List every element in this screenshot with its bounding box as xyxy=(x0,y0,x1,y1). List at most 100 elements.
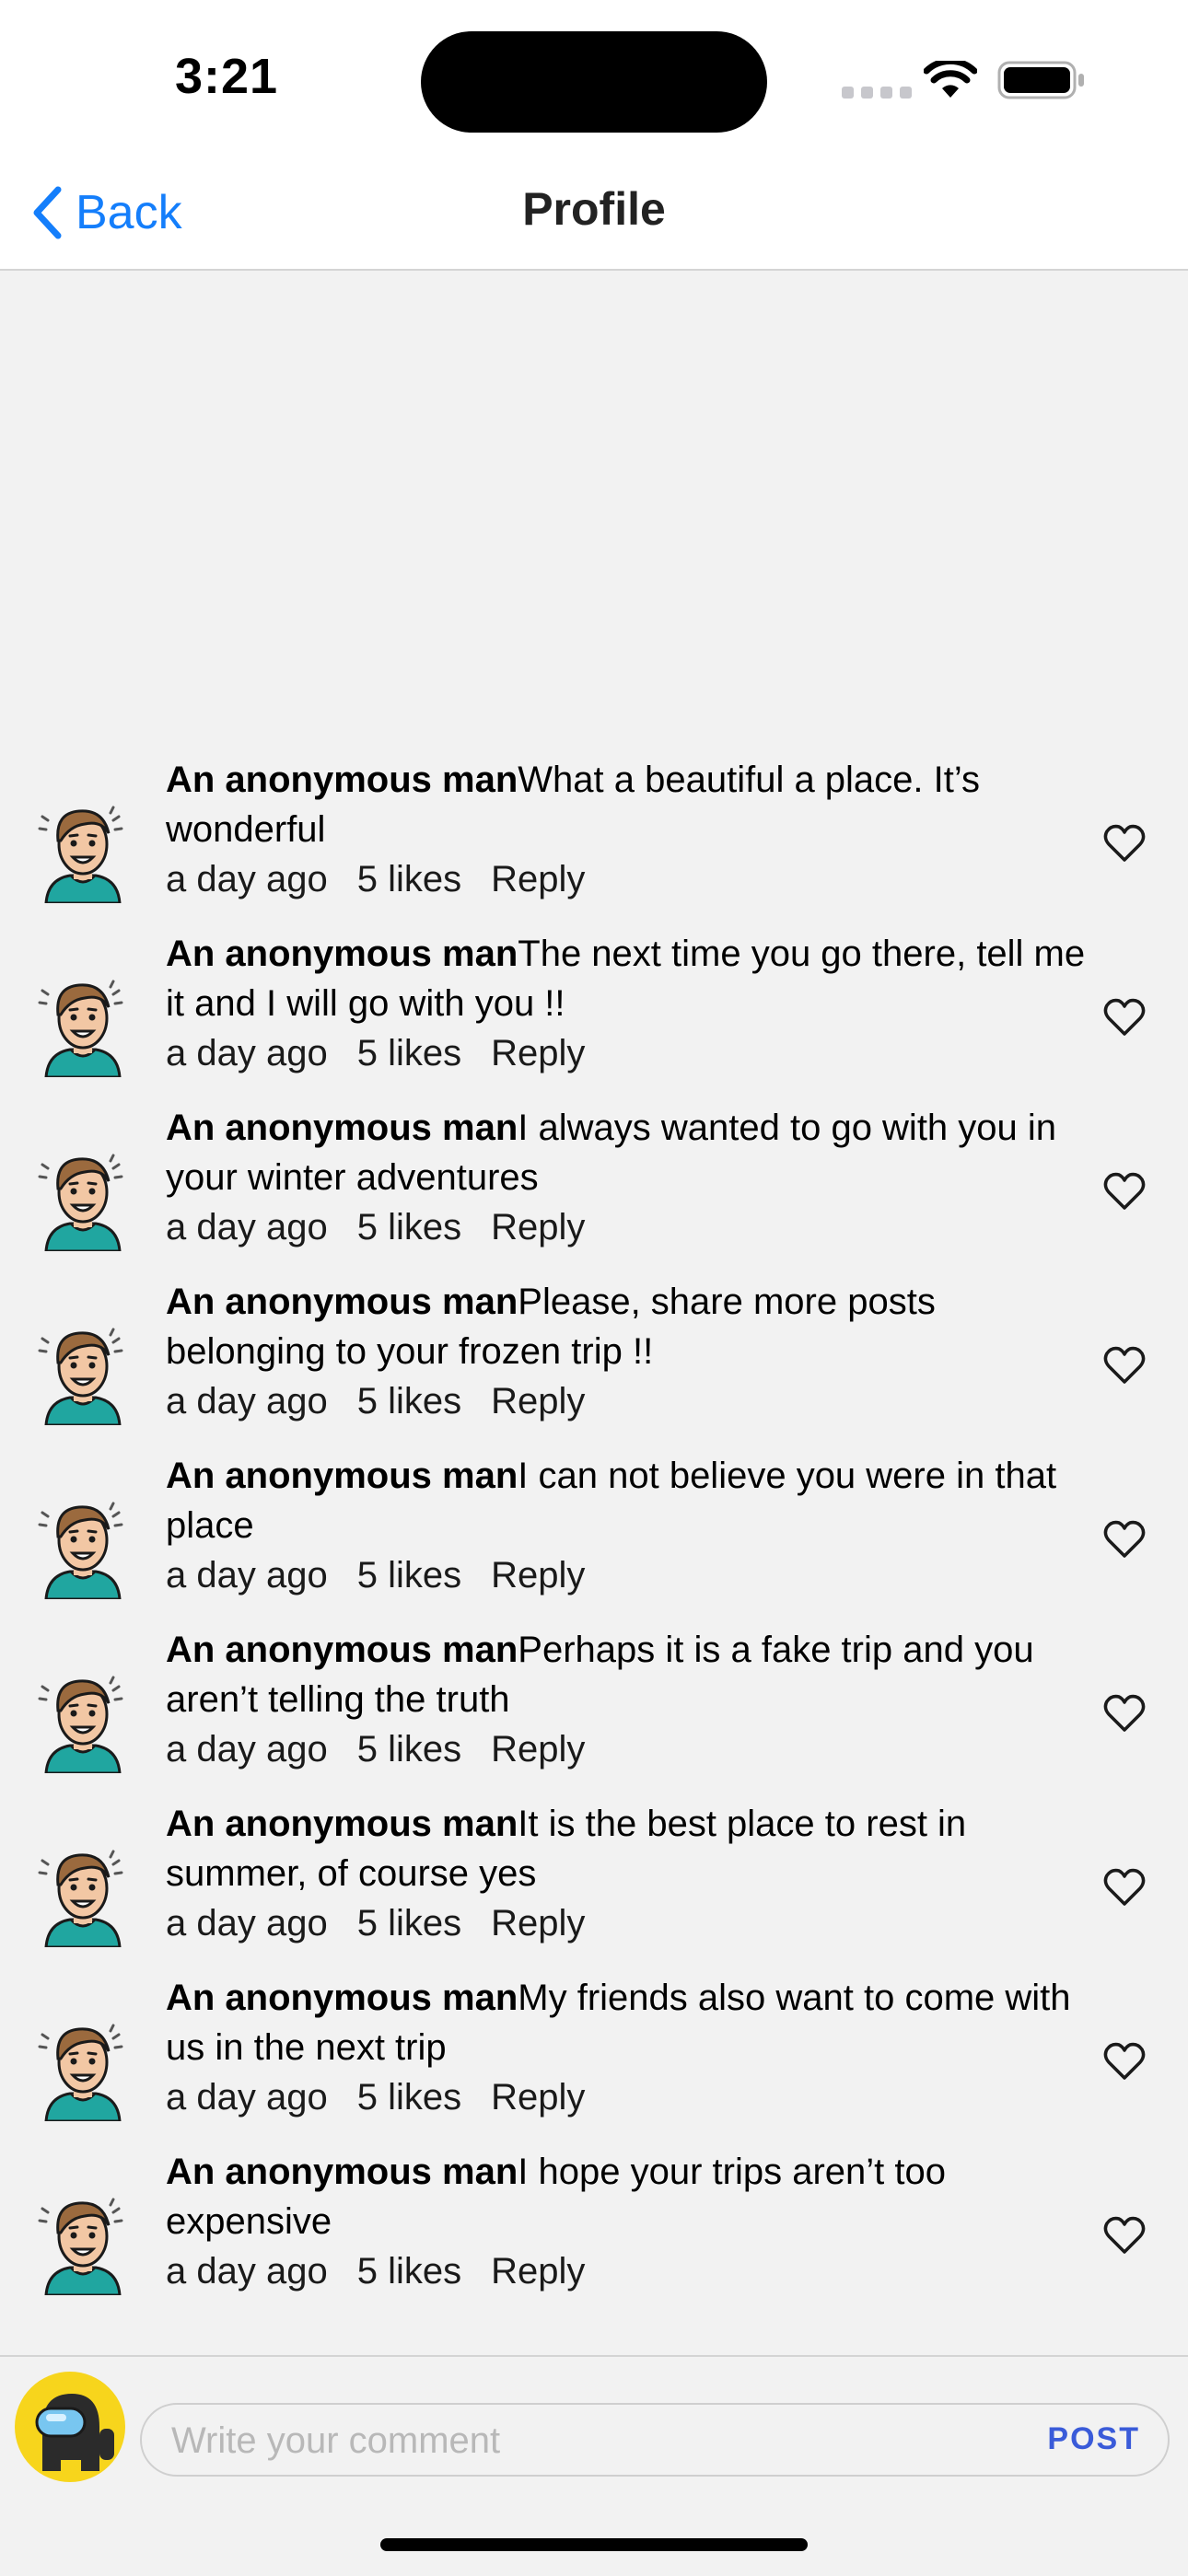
comment-text-line: An anonymous manMy friends also want to … xyxy=(166,1973,1096,2072)
heart-outline-icon[interactable] xyxy=(1103,998,1146,1037)
comment-meta: a day ago 5 likes Reply xyxy=(166,2246,1096,2296)
comment-text-line: An anonymous manPlease, share more posts… xyxy=(166,1277,1096,1376)
comment-item: An anonymous manWhat a beautiful a place… xyxy=(0,755,1188,929)
heart-outline-icon[interactable] xyxy=(1103,1172,1146,1211)
commenter-avatar xyxy=(38,980,123,1077)
commenter-avatar xyxy=(38,1328,123,1425)
comment-likes[interactable]: 5 likes xyxy=(357,1376,461,1426)
comment-body: An anonymous manI can not believe you we… xyxy=(166,1451,1096,1600)
commenter-avatar xyxy=(38,2198,123,2295)
comment-body: An anonymous manPerhaps it is a fake tri… xyxy=(166,1625,1096,1774)
reply-button[interactable]: Reply xyxy=(491,2246,585,2296)
comment-text-line: An anonymous manI can not believe you we… xyxy=(166,1451,1096,1550)
comment-body: An anonymous manPlease, share more posts… xyxy=(166,1277,1096,1426)
reply-button[interactable]: Reply xyxy=(491,2072,585,2122)
reply-button[interactable]: Reply xyxy=(491,1898,585,1948)
commenter-avatar xyxy=(38,1154,123,1251)
comment-time: a day ago xyxy=(166,1729,328,1770)
comment-item: An anonymous manI always wanted to go wi… xyxy=(0,1103,1188,1277)
comment-meta: a day ago 5 likes Reply xyxy=(166,2072,1096,2122)
comment-body: An anonymous manIt is the best place to … xyxy=(166,1799,1096,1948)
comment-author[interactable]: An anonymous man xyxy=(166,934,518,974)
comment-text-line: An anonymous manI hope your trips aren’t… xyxy=(166,2147,1096,2246)
comment-text-line: An anonymous manWhat a beautiful a place… xyxy=(166,755,1096,854)
heart-outline-icon[interactable] xyxy=(1103,1694,1146,1733)
page-title: Profile xyxy=(522,183,666,235)
comment-author[interactable]: An anonymous man xyxy=(166,1630,518,1670)
comment-input-wrapper: POST xyxy=(140,2403,1170,2477)
comment-time: a day ago xyxy=(166,1555,328,1595)
comment-likes[interactable]: 5 likes xyxy=(357,2246,461,2296)
commenter-avatar xyxy=(38,806,123,903)
comment-meta: a day ago 5 likes Reply xyxy=(166,1376,1096,1426)
comment-meta: a day ago 5 likes Reply xyxy=(166,1898,1096,1948)
comment-body: An anonymous manMy friends also want to … xyxy=(166,1973,1096,2122)
among-us-crewmate-icon[interactable] xyxy=(15,2372,125,2482)
comment-meta: a day ago 5 likes Reply xyxy=(166,1550,1096,1600)
comment-meta: a day ago 5 likes Reply xyxy=(166,1028,1096,1078)
comment-likes[interactable]: 5 likes xyxy=(357,854,461,904)
commenter-avatar xyxy=(38,1850,123,1947)
comment-author[interactable]: An anonymous man xyxy=(166,1804,518,1844)
heart-outline-icon[interactable] xyxy=(1103,1868,1146,1907)
comment-time: a day ago xyxy=(166,1033,328,1073)
comment-body: An anonymous manWhat a beautiful a place… xyxy=(166,755,1096,904)
reply-button[interactable]: Reply xyxy=(491,1202,585,1252)
reply-button[interactable]: Reply xyxy=(491,1724,585,1774)
comment-likes[interactable]: 5 likes xyxy=(357,1724,461,1774)
comment-item: An anonymous manIt is the best place to … xyxy=(0,1799,1188,1973)
home-indicator xyxy=(380,2538,808,2551)
comment-author[interactable]: An anonymous man xyxy=(166,760,518,800)
comment-likes[interactable]: 5 likes xyxy=(357,1202,461,1252)
comment-list: An anonymous manWhat a beautiful a place… xyxy=(0,755,1188,2321)
wifi-icon xyxy=(924,61,977,98)
comment-author[interactable]: An anonymous man xyxy=(166,1282,518,1322)
comment-author[interactable]: An anonymous man xyxy=(166,1456,518,1496)
comment-time: a day ago xyxy=(166,1207,328,1247)
comment-text-line: An anonymous manIt is the best place to … xyxy=(166,1799,1096,1898)
reply-button[interactable]: Reply xyxy=(491,1028,585,1078)
comment-text-line: An anonymous manI always wanted to go wi… xyxy=(166,1103,1096,1202)
comment-likes[interactable]: 5 likes xyxy=(357,1550,461,1600)
comment-likes[interactable]: 5 likes xyxy=(357,1898,461,1948)
comment-time: a day ago xyxy=(166,1903,328,1944)
heart-outline-icon[interactable] xyxy=(1103,1346,1146,1385)
comment-body: An anonymous manI hope your trips aren’t… xyxy=(166,2147,1096,2296)
comment-likes[interactable]: 5 likes xyxy=(357,1028,461,1078)
comment-item: An anonymous manPlease, share more posts… xyxy=(0,1277,1188,1451)
comment-item: An anonymous manI can not believe you we… xyxy=(0,1451,1188,1625)
comment-item: An anonymous manMy friends also want to … xyxy=(0,1973,1188,2147)
comment-time: a day ago xyxy=(166,2077,328,2118)
commenter-avatar xyxy=(38,1676,123,1773)
comment-body: An anonymous manI always wanted to go wi… xyxy=(166,1103,1096,1252)
heart-outline-icon[interactable] xyxy=(1103,824,1146,863)
comment-body: An anonymous manThe next time you go the… xyxy=(166,929,1096,1078)
comment-text-line: An anonymous manThe next time you go the… xyxy=(166,929,1096,1028)
dynamic-island xyxy=(421,31,767,133)
heart-outline-icon[interactable] xyxy=(1103,2042,1146,2081)
cellular-signal-icon xyxy=(842,87,912,99)
navigation-bar: Back Profile xyxy=(0,157,1188,271)
comment-meta: a day ago 5 likes Reply xyxy=(166,1202,1096,1252)
comment-time: a day ago xyxy=(166,1381,328,1421)
heart-outline-icon[interactable] xyxy=(1103,2216,1146,2255)
status-bar: 3:21 xyxy=(0,0,1188,157)
comment-item: An anonymous manI hope your trips aren’t… xyxy=(0,2147,1188,2321)
comment-likes[interactable]: 5 likes xyxy=(357,2072,461,2122)
reply-button[interactable]: Reply xyxy=(491,854,585,904)
comment-author[interactable]: An anonymous man xyxy=(166,1978,518,2018)
post-button[interactable]: POST xyxy=(1047,2421,1140,2457)
commenter-avatar xyxy=(38,1502,123,1599)
commenter-avatar xyxy=(38,2024,123,2121)
status-time: 3:21 xyxy=(175,49,279,104)
reply-button[interactable]: Reply xyxy=(491,1376,585,1426)
heart-outline-icon[interactable] xyxy=(1103,1520,1146,1559)
comment-item: An anonymous manThe next time you go the… xyxy=(0,929,1188,1103)
comment-input[interactable] xyxy=(169,2405,1002,2477)
comment-author[interactable]: An anonymous man xyxy=(166,1108,518,1148)
battery-icon xyxy=(997,61,1084,99)
reply-button[interactable]: Reply xyxy=(491,1550,585,1600)
comment-meta: a day ago 5 likes Reply xyxy=(166,1724,1096,1774)
comment-time: a day ago xyxy=(166,859,328,899)
comment-author[interactable]: An anonymous man xyxy=(166,2152,518,2192)
